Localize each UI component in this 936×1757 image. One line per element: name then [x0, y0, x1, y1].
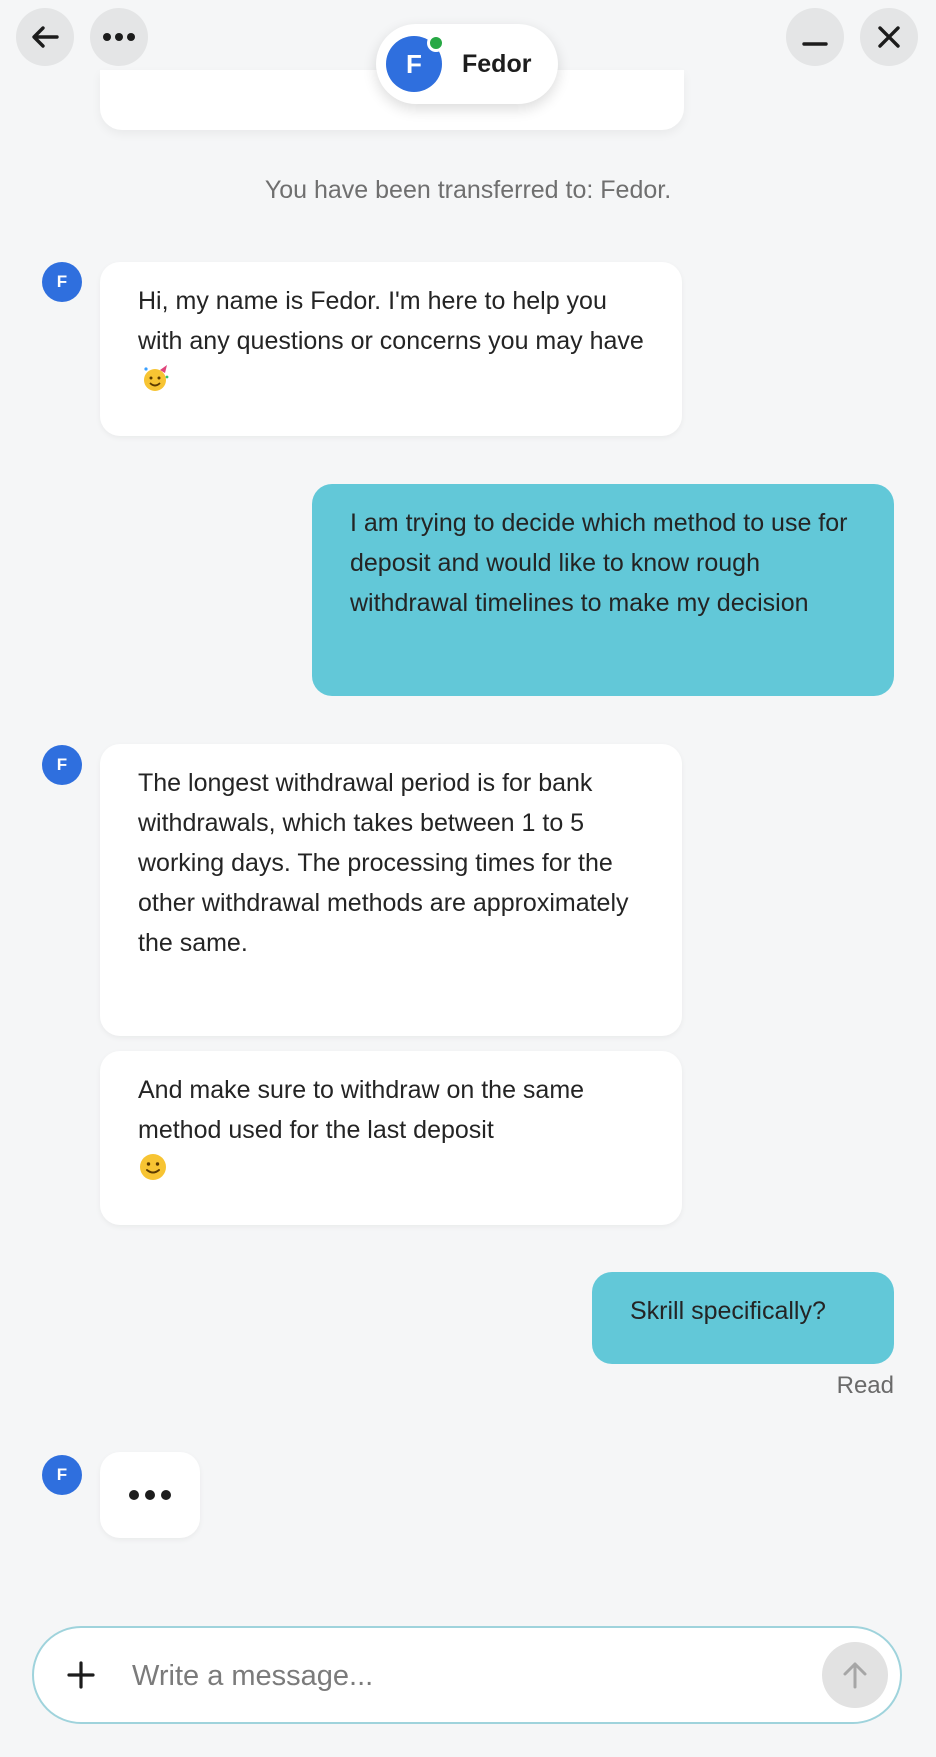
close-icon: [878, 26, 900, 48]
agent-badge[interactable]: F Fedor: [376, 24, 558, 104]
agent-name: Fedor: [462, 49, 532, 78]
agent-avatar: F: [386, 34, 445, 92]
message-composer: [32, 1626, 902, 1724]
typing-avatar: F: [42, 1455, 82, 1495]
typing-dots-icon: [129, 1490, 171, 1500]
attach-button[interactable]: [58, 1652, 104, 1698]
more-horizontal-icon: [103, 33, 135, 41]
back-button[interactable]: [16, 8, 74, 66]
typing-indicator: [100, 1452, 200, 1538]
arrow-left-icon: [32, 26, 59, 48]
message-text: I am trying to decide which method to us…: [350, 509, 848, 617]
transfer-notice: You have been transferred to: Fedor.: [264, 176, 672, 204]
user-message-bubble: Skrill specifically?: [592, 1272, 894, 1364]
message-text: Skrill specifically?: [630, 1297, 826, 1325]
typing-avatar-initial: F: [56, 1465, 68, 1484]
message-avatar: F: [42, 262, 82, 302]
send-button[interactable]: [822, 1642, 888, 1708]
minimize-button[interactable]: [786, 8, 844, 66]
more-options-button[interactable]: [90, 8, 148, 66]
minus-icon: [802, 42, 828, 46]
message-avatar-initial: F: [56, 755, 68, 774]
arrow-up-icon: [843, 1662, 867, 1689]
message-input[interactable]: [130, 1648, 754, 1704]
agent-message-bubble: The longest withdrawal period is for ban…: [100, 744, 682, 1036]
user-message-bubble: I am trying to decide which method to us…: [312, 484, 894, 696]
read-receipt: Read: [836, 1372, 894, 1399]
message-text: And make sure to withdraw on the same me…: [138, 1076, 585, 1144]
message-text: Hi, my name is Fedor. I'm here to help y…: [138, 287, 644, 355]
message-avatar-initial: F: [56, 272, 68, 291]
online-status-icon: [427, 34, 445, 52]
agent-avatar-initial: F: [406, 48, 422, 79]
agent-message-bubble: Hi, my name is Fedor. I'm here to help y…: [100, 262, 682, 436]
slightly-smiling-face-icon: [140, 1154, 166, 1180]
plus-icon: [67, 1661, 95, 1689]
message-text: The longest withdrawal period is for ban…: [138, 769, 629, 957]
partying-face-icon: [144, 365, 169, 391]
agent-message-bubble: And make sure to withdraw on the same me…: [100, 1051, 682, 1225]
close-button[interactable]: [860, 8, 918, 66]
message-avatar: F: [42, 745, 82, 785]
